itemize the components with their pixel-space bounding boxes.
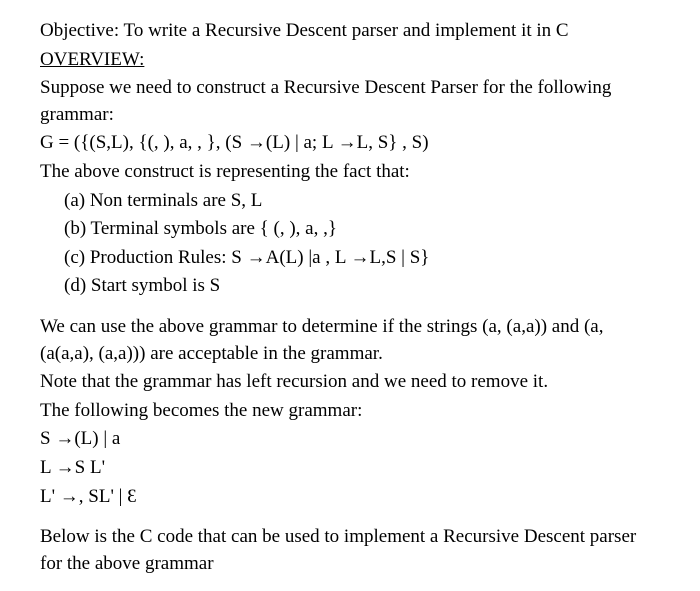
grammar-definition: G = ({(S,L), {(, ), a, , }, (S →(L) | a;… <box>40 130 660 157</box>
grammar-fact-intro: The above construct is representing the … <box>40 159 660 186</box>
list-item-c: (c) Production Rules: S →A(L) |a , L →L,… <box>64 245 660 272</box>
new-grammar-block: S →(L) | a L →S L' L' →, SL' | Ɛ <box>40 426 660 510</box>
list-item-a: (a) Non terminals are S, L <box>64 188 660 215</box>
overview-heading: OVERVIEW: <box>40 47 660 74</box>
fact-list: (a) Non terminals are S, L (b) Terminal … <box>40 188 660 300</box>
overview-intro: Suppose we need to construct a Recursive… <box>40 75 660 128</box>
usage-paragraph: We can use the above grammar to determin… <box>40 314 660 367</box>
closing-paragraph: Below is the C code that can be used to … <box>40 524 660 577</box>
left-recursion-note: Note that the grammar has left recursion… <box>40 369 660 396</box>
list-item-b: (b) Terminal symbols are { (, ), a, ,} <box>64 216 660 243</box>
grammar-line-3: L' →, SL' | Ɛ <box>40 484 660 511</box>
grammar-line-1: S →(L) | a <box>40 426 660 453</box>
objective-text: Objective: To write a Recursive Descent … <box>40 18 660 45</box>
grammar-line-2: L →S L' <box>40 455 660 482</box>
new-grammar-intro: The following becomes the new grammar: <box>40 398 660 425</box>
list-item-d: (d) Start symbol is S <box>64 273 660 300</box>
